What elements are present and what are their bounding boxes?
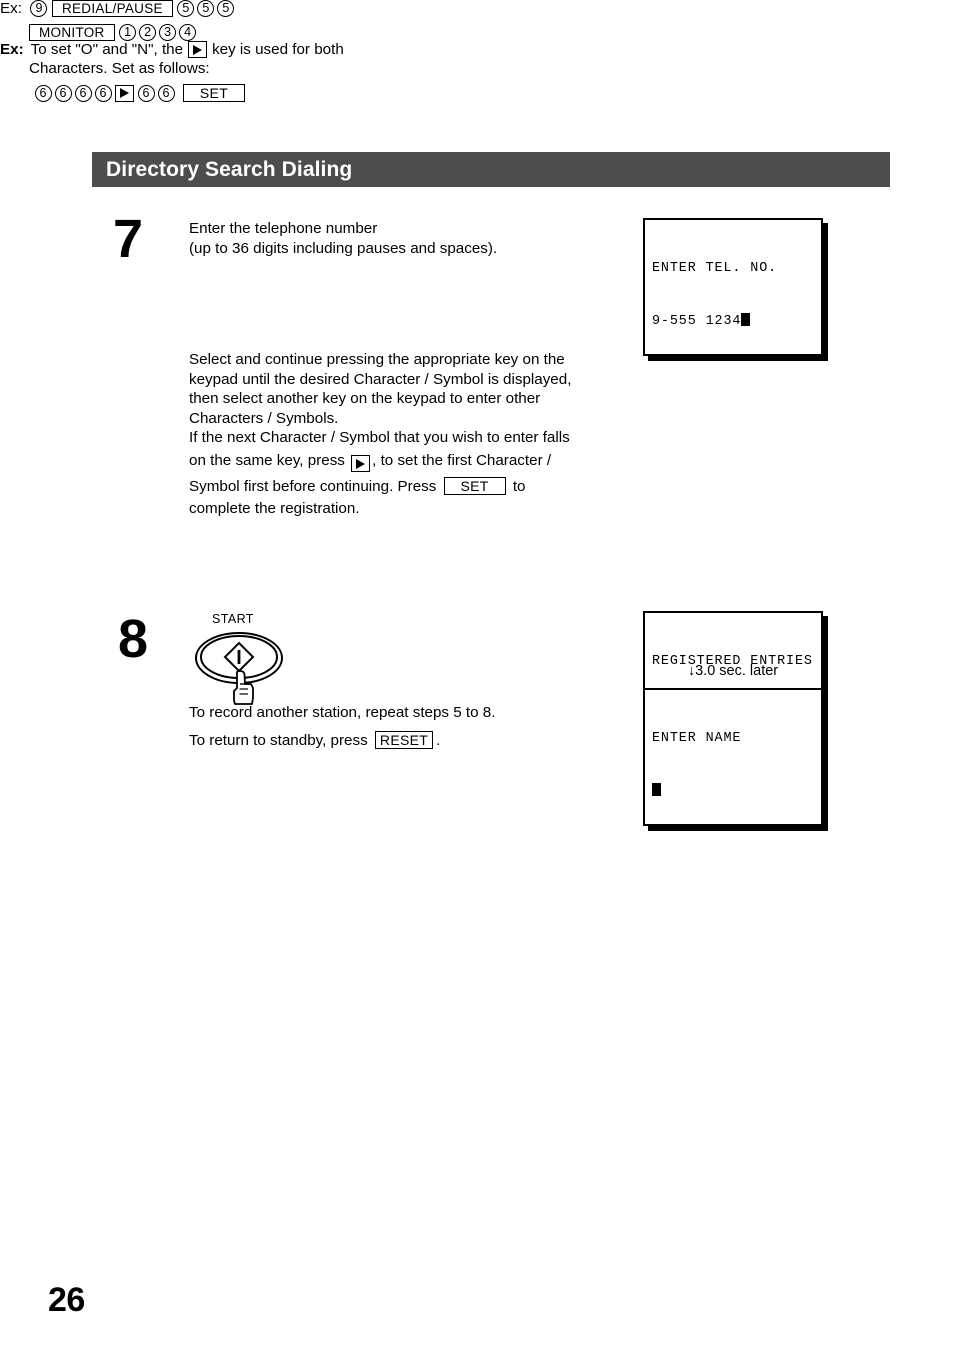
- paragraph-line-4: Characters / Symbols.: [189, 409, 339, 427]
- paragraph-line-6-text-b: , to set the first Character /: [372, 451, 552, 469]
- cursor-icon: [741, 312, 751, 326]
- example2-row-2: Characters. Set as follows:: [29, 61, 420, 76]
- example2-key-sequence: 6 6 6 6 6 6 SET: [33, 84, 420, 103]
- key-2[interactable]: 2: [139, 24, 157, 41]
- example2-label: Ex:: [0, 40, 24, 58]
- key-monitor[interactable]: MONITOR: [29, 24, 115, 41]
- start-button-icon[interactable]: [190, 612, 310, 717]
- paragraph-line-8: complete the registration.: [189, 500, 360, 518]
- instructions-column: 7 Enter the telephone number (up to 36 d…: [0, 0, 620, 1351]
- footer-line-1: To record another station, repeat steps …: [189, 704, 496, 721]
- paragraph-line-7-text-a: Symbol first before continuing. Press: [189, 477, 437, 495]
- step-number-8: 8: [118, 609, 148, 669]
- example-label: Ex:: [0, 0, 22, 17]
- step7-instruction-line2: (up to 36 digits including pauses and sp…: [189, 239, 498, 257]
- example2-text-b: key is used for both: [212, 40, 344, 58]
- cursor-icon-2: [652, 782, 661, 796]
- key-6-e[interactable]: 6: [137, 84, 155, 102]
- lcd-panel-enter-name: ENTER NAME: [643, 688, 823, 826]
- key-set-inline[interactable]: SET: [443, 476, 506, 495]
- example-key-row-1: Ex: 9 REDIAL/PAUSE 5 5 5: [0, 0, 420, 17]
- key-5-b[interactable]: 5: [197, 0, 215, 17]
- footer-line-2-period: .: [436, 731, 441, 749]
- paragraph-line-2: keypad until the desired Character / Sym…: [189, 370, 572, 388]
- right-arrow-key-icon-3[interactable]: [115, 84, 134, 102]
- step7-example2: Ex: To set "O" and "N", the key is used …: [0, 41, 420, 103]
- paragraph-line-6-text-a: on the same key, press: [189, 451, 345, 469]
- example2-text-a: To set "O" and "N", the: [30, 40, 184, 58]
- step-number-7: 7: [113, 209, 143, 269]
- page-number: 26: [48, 1281, 85, 1319]
- key-6-a[interactable]: 6: [34, 84, 52, 102]
- footer-line-2: To return to standby, press RESET.: [189, 730, 609, 751]
- lcd3-line1: ENTER NAME: [652, 731, 742, 746]
- key-6-d[interactable]: 6: [94, 84, 112, 102]
- key-4[interactable]: 4: [179, 24, 197, 41]
- right-arrow-key-icon[interactable]: [351, 455, 371, 473]
- example2-row-1: Ex: To set "O" and "N", the key is used …: [0, 41, 420, 58]
- key-redial-pause[interactable]: REDIAL/PAUSE: [51, 0, 173, 17]
- paragraph-line-7: Symbol first before continuing. Press SE…: [189, 476, 601, 497]
- start-button-illustration: START: [190, 612, 310, 717]
- step7-example-keys: Ex: 9 REDIAL/PAUSE 5 5 5 MONITOR 1 2 3 4: [0, 0, 420, 41]
- key-5-c[interactable]: 5: [217, 0, 235, 17]
- paragraph-line-6: on the same key, press , to set the firs…: [189, 451, 601, 473]
- key-5-a[interactable]: 5: [177, 0, 195, 17]
- paragraph-line-7-text-b: to: [512, 477, 526, 495]
- lcd-panel-enter-tel: ENTER TEL. NO. 9-555 1234: [643, 218, 823, 356]
- example2-line-2: Characters. Set as follows:: [29, 60, 210, 77]
- key-reset[interactable]: RESET: [374, 730, 434, 749]
- step7-instruction: Enter the telephone number (up to 36 dig…: [189, 219, 609, 258]
- step8-footer: To record another station, repeat steps …: [189, 703, 609, 750]
- key-1[interactable]: 1: [119, 24, 137, 41]
- key-3[interactable]: 3: [159, 24, 177, 41]
- step7-instruction-line1: Enter the telephone number: [189, 220, 378, 237]
- key-6-c[interactable]: 6: [74, 84, 92, 102]
- lcd3-line2-wrap: [652, 782, 814, 801]
- paragraph-line-3: then select another key on the keypad to…: [189, 390, 541, 408]
- right-arrow-key-icon-2[interactable]: [188, 41, 208, 58]
- step7-paragraph: Select and continue pressing the appropr…: [189, 350, 601, 519]
- paragraph-line-1: Select and continue pressing the appropr…: [189, 351, 565, 368]
- lcd1-line2-wrap: 9-555 1234: [652, 312, 814, 331]
- lcd1-line2: 9-555 1234: [652, 313, 742, 329]
- key-6-f[interactable]: 6: [157, 84, 175, 102]
- lcd1-line1: ENTER TEL. NO.: [652, 261, 778, 276]
- transition-note: ↓3.0 sec. later: [687, 663, 779, 679]
- paragraph-line-5: If the next Character / Symbol that you …: [189, 429, 570, 447]
- key-6-b[interactable]: 6: [54, 84, 72, 102]
- footer-line-2-text: To return to standby, press: [189, 731, 368, 749]
- example-key-row-2: MONITOR 1 2 3 4: [26, 24, 420, 41]
- key-set-sequence[interactable]: SET: [183, 84, 245, 103]
- key-9[interactable]: 9: [30, 0, 48, 17]
